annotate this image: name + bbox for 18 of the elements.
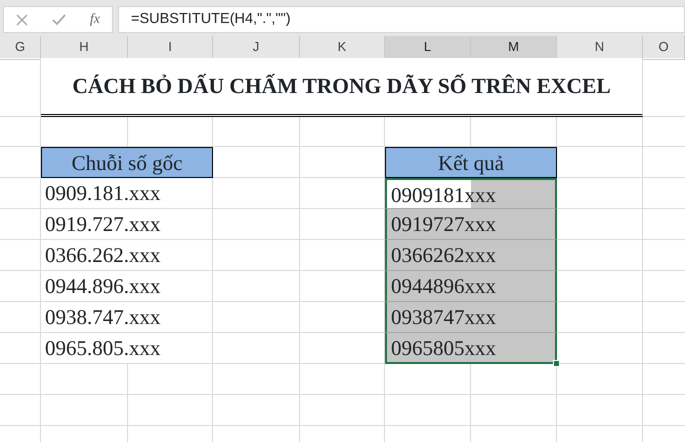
fill-handle[interactable]: [553, 360, 560, 367]
formula-field[interactable]: =SUBSTITUTE(H4,".",""): [118, 6, 685, 33]
insert-function-button[interactable]: fx: [90, 9, 100, 30]
column-header[interactable]: L: [385, 36, 471, 60]
table-cell[interactable]: 0366262xxx: [385, 240, 557, 271]
cancel-icon[interactable]: [16, 14, 28, 26]
table-cell[interactable]: 0938747xxx: [385, 302, 557, 333]
column-header[interactable]: O: [643, 36, 685, 60]
column-header[interactable]: G: [0, 36, 41, 60]
check-icon[interactable]: [52, 14, 66, 26]
table-cell[interactable]: 0944896xxx: [385, 271, 557, 302]
sheet-title: CÁCH BỎ DẤU CHẤM TRONG DÃY SỐ TRÊN EXCEL: [41, 58, 643, 117]
table-cell[interactable]: 0919727xxx: [385, 209, 557, 240]
table-header: Chuỗi số gốc: [41, 147, 213, 178]
table-cell[interactable]: 0909181xxx: [385, 178, 557, 209]
table-header: Kết quả: [385, 147, 557, 178]
table-cell[interactable]: 0965805xxx: [385, 333, 557, 364]
column-header[interactable]: M: [471, 36, 557, 60]
